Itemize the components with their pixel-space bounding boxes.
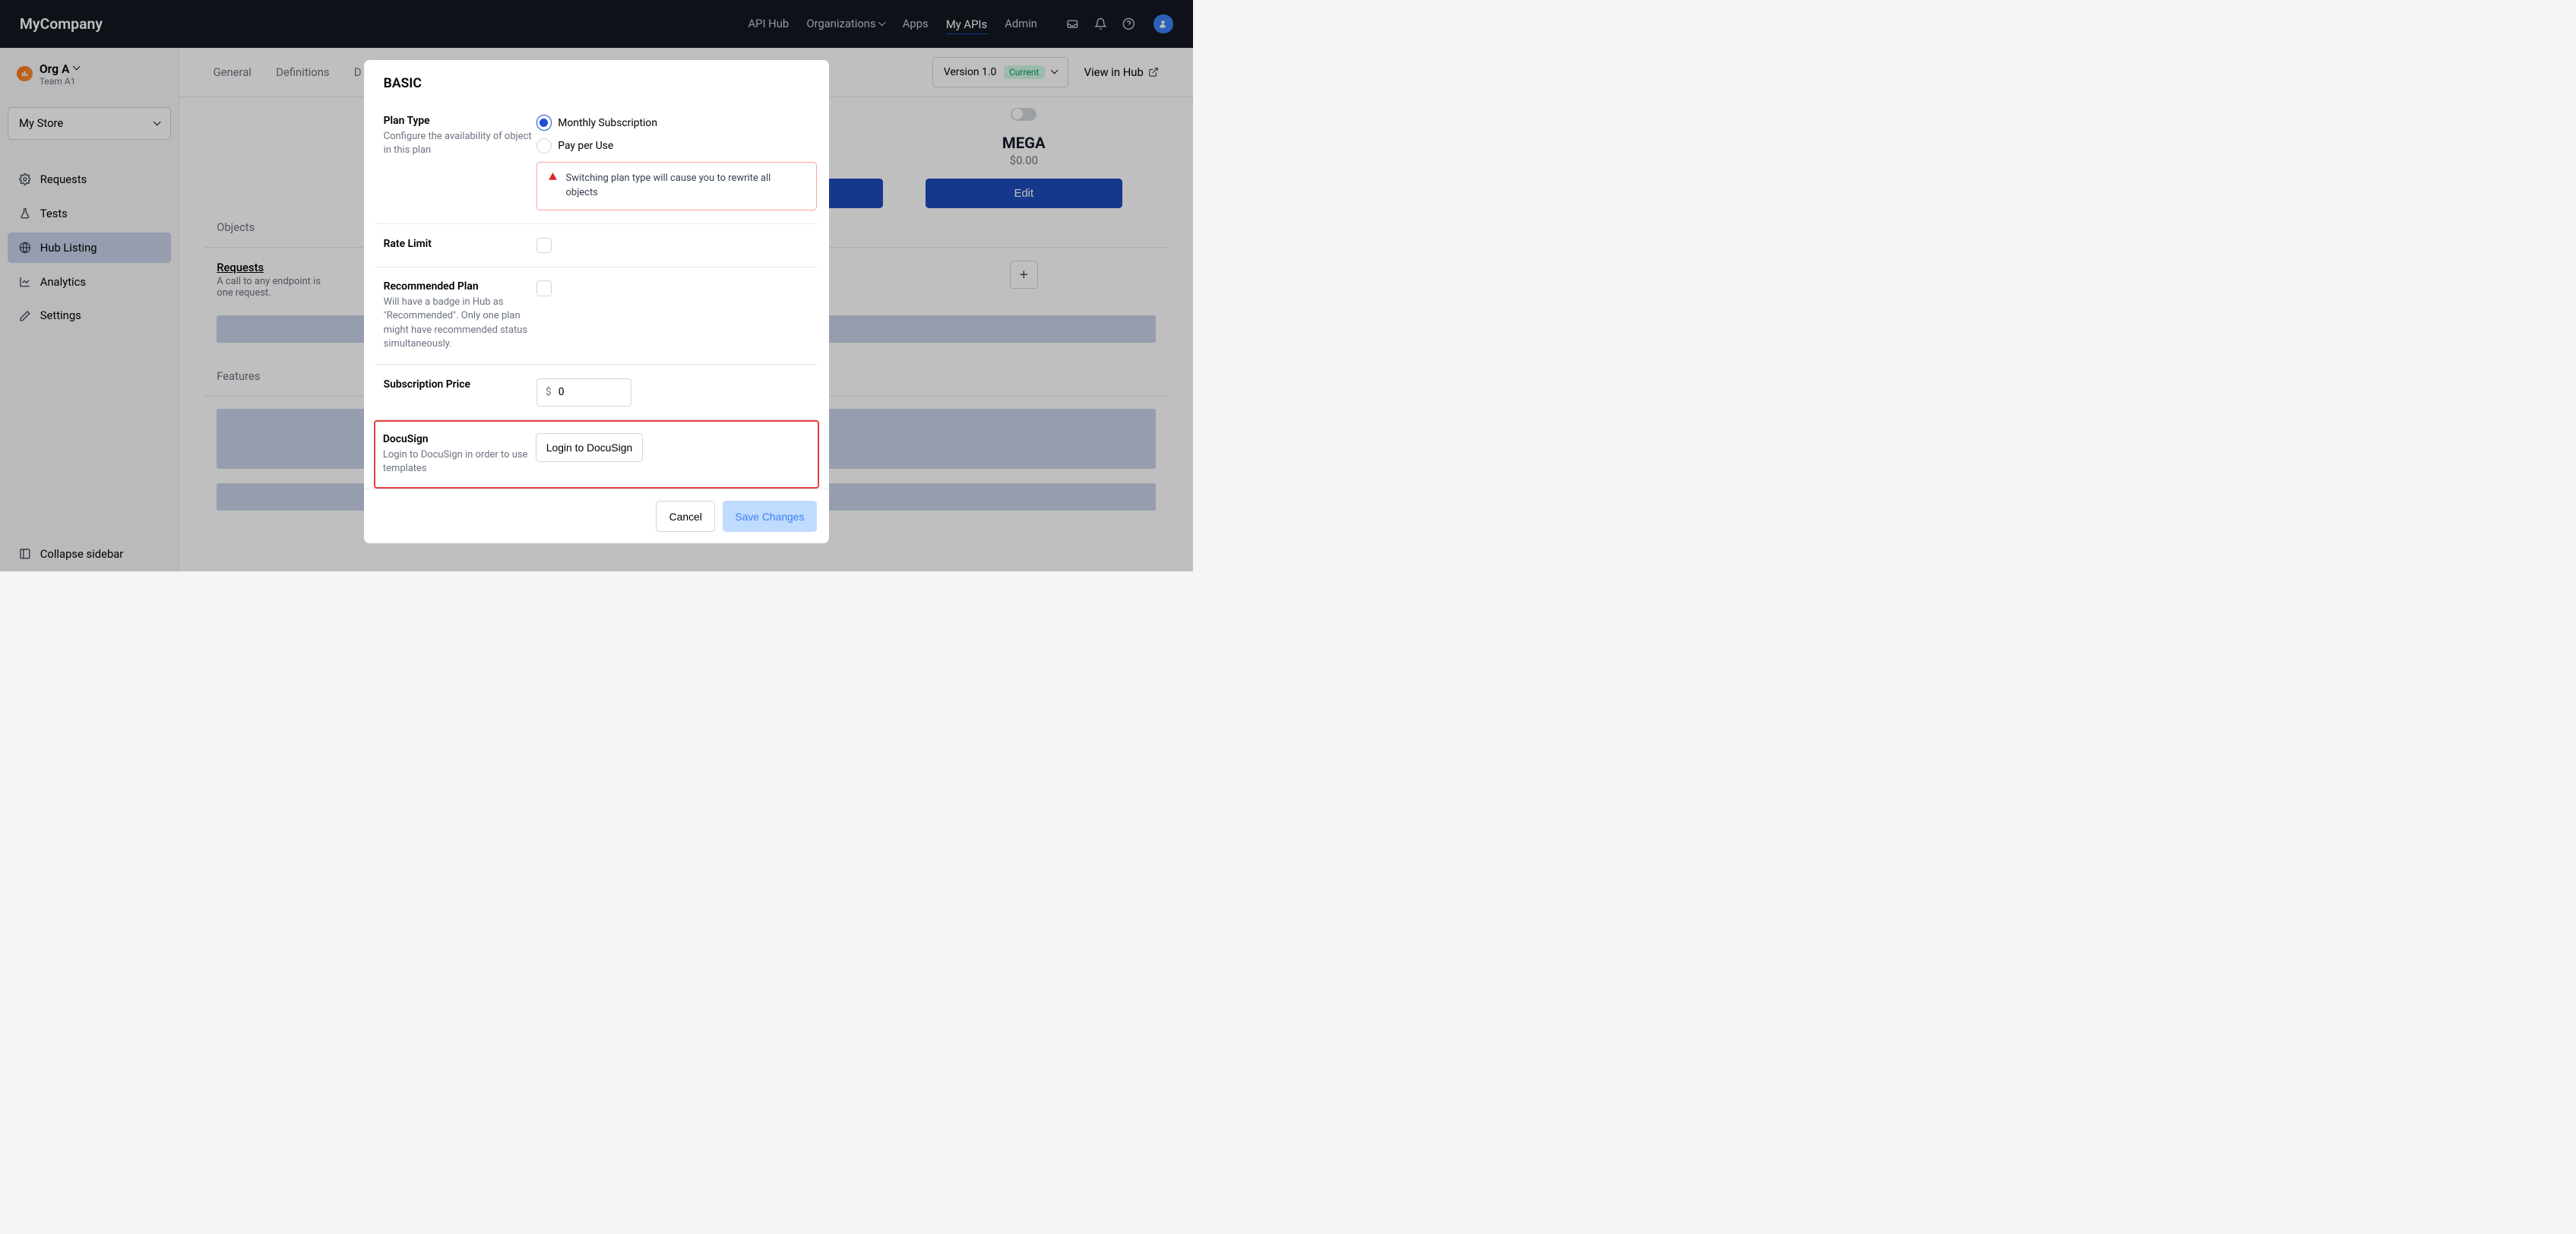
modal-footer: Cancel Save Changes — [364, 489, 829, 544]
save-button[interactable]: Save Changes — [723, 501, 817, 531]
modal-control — [536, 280, 817, 350]
radio-label: Monthly Subscription — [558, 117, 657, 129]
warning-icon — [548, 172, 558, 199]
modal-label: Recommended Plan Will have a badge in Hu… — [375, 280, 536, 350]
row-rate-limit: Rate Limit — [375, 224, 817, 267]
radio-monthly[interactable]: Monthly Subscription — [536, 115, 817, 130]
modal-control: Login to DocuSign — [536, 433, 818, 476]
row-price: Subscription Price $ 0 — [375, 365, 817, 420]
row-recommended: Recommended Plan Will have a badge in Hu… — [375, 267, 817, 365]
modal-label: Plan Type Configure the availability of … — [375, 115, 536, 210]
label-title: Plan Type — [384, 115, 536, 127]
modal-label: DocuSign Login to DocuSign in order to u… — [375, 433, 536, 476]
docusign-highlight: DocuSign Login to DocuSign in order to u… — [374, 420, 819, 489]
modal-body: Plan Type Configure the availability of … — [364, 102, 829, 489]
label-title: Rate Limit — [384, 238, 536, 250]
rate-limit-checkbox[interactable] — [536, 238, 552, 253]
label-desc: Configure the availability of object in … — [384, 130, 536, 157]
label-title: Subscription Price — [384, 378, 536, 391]
recommended-checkbox[interactable] — [536, 280, 552, 296]
radio-icon — [536, 138, 552, 153]
radio-pay-per-use[interactable]: Pay per Use — [536, 138, 817, 153]
label-desc: Will have a badge in Hub as "Recommended… — [384, 296, 536, 351]
row-plan-type: Plan Type Configure the availability of … — [375, 102, 817, 224]
modal-label: Subscription Price — [375, 378, 536, 407]
alert-box: Switching plan type will cause you to re… — [536, 162, 817, 210]
modal-control: $ 0 — [536, 378, 817, 407]
currency-symbol: $ — [546, 386, 552, 398]
alert-text: Switching plan type will cause you to re… — [566, 172, 805, 199]
row-docusign: DocuSign Login to DocuSign in order to u… — [375, 429, 818, 479]
modal-control — [536, 238, 817, 253]
radio-label: Pay per Use — [558, 140, 613, 152]
cancel-button[interactable]: Cancel — [656, 501, 716, 531]
radio-icon — [536, 115, 552, 130]
label-desc: Login to DocuSign in order to use templa… — [383, 448, 536, 476]
modal-title: BASIC — [364, 60, 829, 102]
label-title: DocuSign — [383, 433, 536, 445]
price-value: 0 — [559, 386, 622, 398]
price-input[interactable]: $ 0 — [536, 378, 631, 407]
modal: BASIC Plan Type Configure the availabili… — [364, 60, 829, 544]
modal-control: Monthly Subscription Pay per Use Switchi… — [536, 115, 817, 210]
label-title: Recommended Plan — [384, 280, 536, 293]
docusign-login-button[interactable]: Login to DocuSign — [536, 433, 643, 462]
modal-overlay: BASIC Plan Type Configure the availabili… — [0, 0, 1193, 571]
modal-label: Rate Limit — [375, 238, 536, 253]
